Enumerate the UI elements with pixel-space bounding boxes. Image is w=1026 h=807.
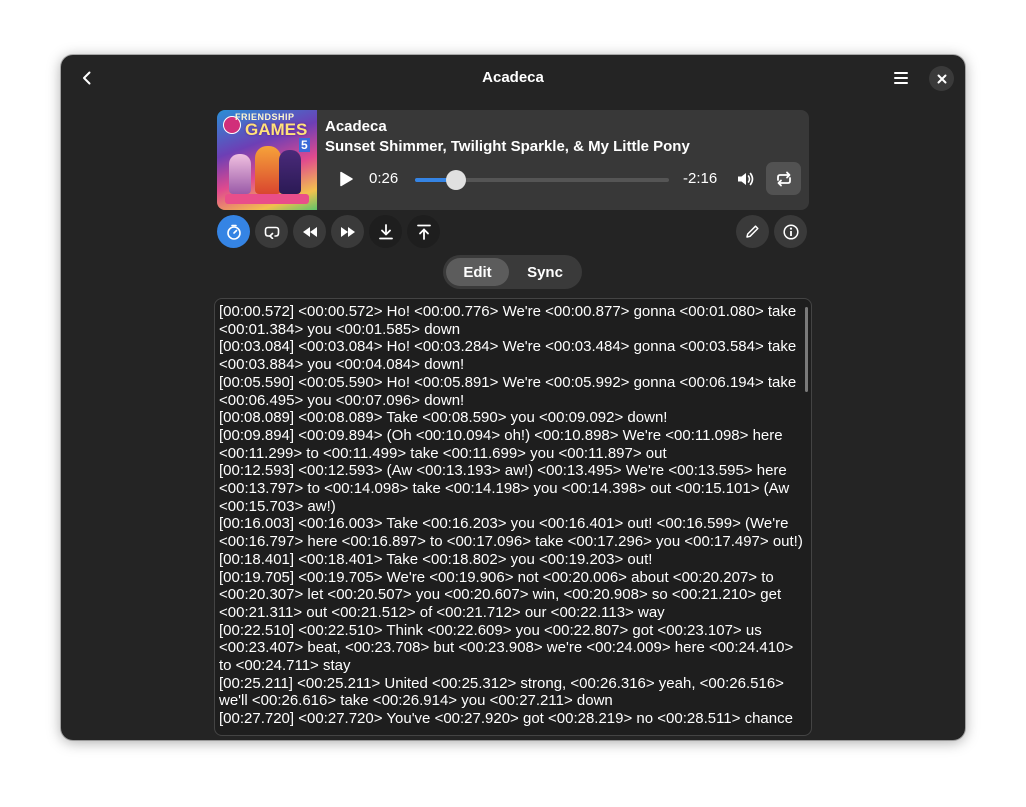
speaker-icon <box>738 172 754 186</box>
song-artist: Sunset Shimmer, Twilight Sparkle, & My L… <box>325 138 690 155</box>
volume-button[interactable] <box>735 168 757 190</box>
repeat-button[interactable] <box>766 162 801 195</box>
tab-sync[interactable]: Sync <box>513 258 577 286</box>
lyrics-line[interactable]: [00:27.720] <00:27.720> You've <00:27.92… <box>219 710 807 728</box>
cover-figure <box>279 150 301 194</box>
lyrics-line[interactable]: [00:18.401] <00:18.401> Take <00:18.802>… <box>219 551 807 569</box>
info-icon <box>782 223 799 240</box>
hamburger-menu-icon <box>894 72 908 84</box>
lyrics-line[interactable]: [00:12.593] <00:12.593> (Aw <00:13.193> … <box>219 462 807 515</box>
now-playing-card: FRIENDSHIP GAMES 5 Acadeca Sunset Shimme… <box>217 110 809 210</box>
fast-forward-button[interactable] <box>331 215 364 248</box>
lyrics-line[interactable]: [00:16.003] <00:16.003> Take <00:16.203>… <box>219 515 807 550</box>
seek-slider-handle[interactable] <box>445 170 466 190</box>
loop-line-icon <box>264 226 279 239</box>
header-bar: Acadeca <box>61 55 965 101</box>
cover-title-text: GAMES <box>245 120 308 139</box>
lyrics-line[interactable]: [00:00.572] <00:00.572> Ho! <00:00.776> … <box>219 303 807 338</box>
play-icon <box>340 171 353 187</box>
timer-icon <box>226 224 241 240</box>
pencil-icon <box>746 225 759 238</box>
seek-slider[interactable] <box>415 170 669 190</box>
editor-scrollbar[interactable] <box>805 307 808 392</box>
lyrics-line[interactable]: [00:25.211] <00:25.211> United <00:25.31… <box>219 675 807 710</box>
download-icon <box>378 223 393 239</box>
cover-number: 5 <box>299 138 310 152</box>
rewind-icon <box>302 226 317 237</box>
timer-button[interactable] <box>217 215 250 248</box>
album-cover: FRIENDSHIP GAMES 5 <box>217 110 317 210</box>
tab-edit[interactable]: Edit <box>446 258 509 286</box>
info-button[interactable] <box>774 215 807 248</box>
lyrics-line[interactable]: [00:08.089] <00:08.089> Take <00:08.590>… <box>219 409 807 427</box>
fast-forward-icon <box>340 226 355 237</box>
song-title: Acadeca <box>325 118 387 135</box>
loop-line-button[interactable] <box>255 215 288 248</box>
lyrics-text[interactable]: [00:00.572] <00:00.572> Ho! <00:00.776> … <box>219 303 807 728</box>
upload-icon <box>416 224 431 240</box>
close-icon <box>937 74 946 83</box>
download-button[interactable] <box>369 215 402 248</box>
lyrics-line[interactable]: [00:03.084] <00:03.084> Ho! <00:03.284> … <box>219 338 807 373</box>
edit-metadata-button[interactable] <box>736 215 769 248</box>
play-button[interactable] <box>335 168 357 190</box>
app-window: Acadeca FRIENDSHIP GAMES 5 Acadeca Sunse… <box>61 55 965 740</box>
cover-figure <box>255 146 281 194</box>
current-time: 0:26 <box>369 170 399 187</box>
rewind-button[interactable] <box>293 215 326 248</box>
remaining-time: -2:16 <box>683 170 718 187</box>
repeat-icon <box>776 171 791 186</box>
lyrics-editor[interactable]: [00:00.572] <00:00.572> Ho! <00:00.776> … <box>214 298 812 736</box>
lyrics-line[interactable]: [00:19.705] <00:19.705> We're <00:19.906… <box>219 569 807 622</box>
close-button[interactable] <box>929 66 954 91</box>
cover-banner <box>225 194 309 204</box>
lyrics-line[interactable]: [00:22.510] <00:22.510> Think <00:22.609… <box>219 622 807 675</box>
lyrics-line[interactable]: [00:05.590] <00:05.590> Ho! <00:05.891> … <box>219 374 807 409</box>
mode-switcher: Edit Sync <box>443 255 582 289</box>
upload-button[interactable] <box>407 215 440 248</box>
cover-figure <box>229 154 251 194</box>
window-title: Acadeca <box>482 69 544 86</box>
main-menu-button[interactable] <box>887 65 915 91</box>
lyrics-line[interactable]: [00:09.894] <00:09.894> (Oh <00:10.094> … <box>219 427 807 462</box>
